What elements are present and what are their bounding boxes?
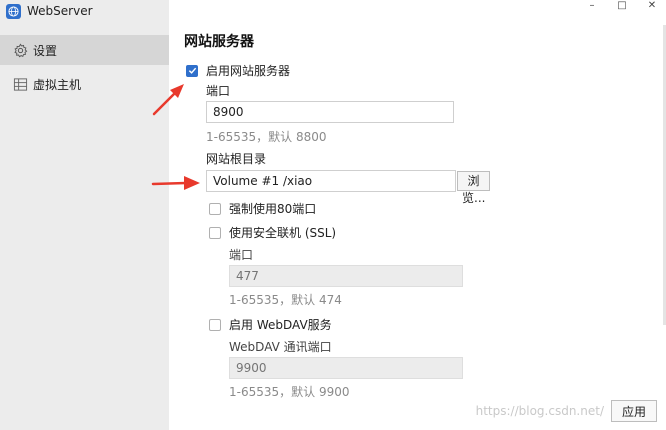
root-dir-label: 网站根目录 xyxy=(206,152,267,166)
minimize-button[interactable]: – xyxy=(586,0,598,14)
ssl-label: 使用安全联机 (SSL) xyxy=(229,226,337,240)
sidebar-item-settings[interactable]: 设置 xyxy=(0,35,169,65)
sidebar: WebServer 设置 虚拟主机 xyxy=(0,0,169,430)
close-button[interactable]: ✕ xyxy=(646,0,658,14)
port-label: 端口 xyxy=(206,84,231,98)
webdav-port-input[interactable] xyxy=(229,357,463,379)
gear-icon xyxy=(13,43,28,58)
title-bar: WebServer xyxy=(0,0,169,22)
webdav-port-hint: 1-65535，默认 9900 xyxy=(229,385,350,399)
browse-button[interactable]: 浏览... xyxy=(457,171,490,205)
enable-web-server-label: 启用网站服务器 xyxy=(206,64,291,78)
globe-icon xyxy=(6,3,21,19)
webdav-checkbox[interactable] xyxy=(209,318,221,331)
webdav-label: 启用 WebDAV服务 xyxy=(229,318,332,332)
annotation-arrow-icon xyxy=(152,84,184,116)
watermark: https://blog.csdn.net/ xyxy=(475,404,604,418)
port-hint: 1-65535，默认 8800 xyxy=(206,130,327,144)
ssl-port-input[interactable] xyxy=(229,265,463,287)
ssl-row[interactable]: 使用安全联机 (SSL) xyxy=(209,224,336,241)
annotation-arrow-icon xyxy=(151,176,200,190)
app-title: WebServer xyxy=(27,4,93,18)
maximize-button[interactable]: □ xyxy=(616,0,628,14)
server-icon xyxy=(13,77,28,92)
force-port80-row[interactable]: 强制使用80端口 xyxy=(209,200,316,217)
sidebar-item-label: 设置 xyxy=(33,43,58,58)
window-controls: – □ ✕ xyxy=(586,0,658,14)
sidebar-item-virtual-host[interactable]: 虚拟主机 xyxy=(0,69,169,99)
port-input[interactable] xyxy=(206,101,454,123)
webdav-row[interactable]: 启用 WebDAV服务 xyxy=(209,316,332,333)
enable-web-server-row[interactable]: 启用网站服务器 xyxy=(186,62,290,79)
apply-button[interactable]: 应用 xyxy=(611,400,657,422)
root-dir-input[interactable] xyxy=(206,170,456,192)
force-port80-label: 强制使用80端口 xyxy=(229,202,317,216)
ssl-port-label: 端口 xyxy=(229,248,254,262)
enable-web-server-checkbox[interactable] xyxy=(186,64,198,77)
ssl-checkbox[interactable] xyxy=(209,226,221,239)
ssl-port-hint: 1-65535，默认 474 xyxy=(229,293,342,307)
sidebar-item-label: 虚拟主机 xyxy=(33,77,82,92)
webdav-port-label: WebDAV 通讯端口 xyxy=(229,340,332,354)
section-title: 网站服务器 xyxy=(184,34,254,50)
force-port80-checkbox[interactable] xyxy=(209,202,221,215)
